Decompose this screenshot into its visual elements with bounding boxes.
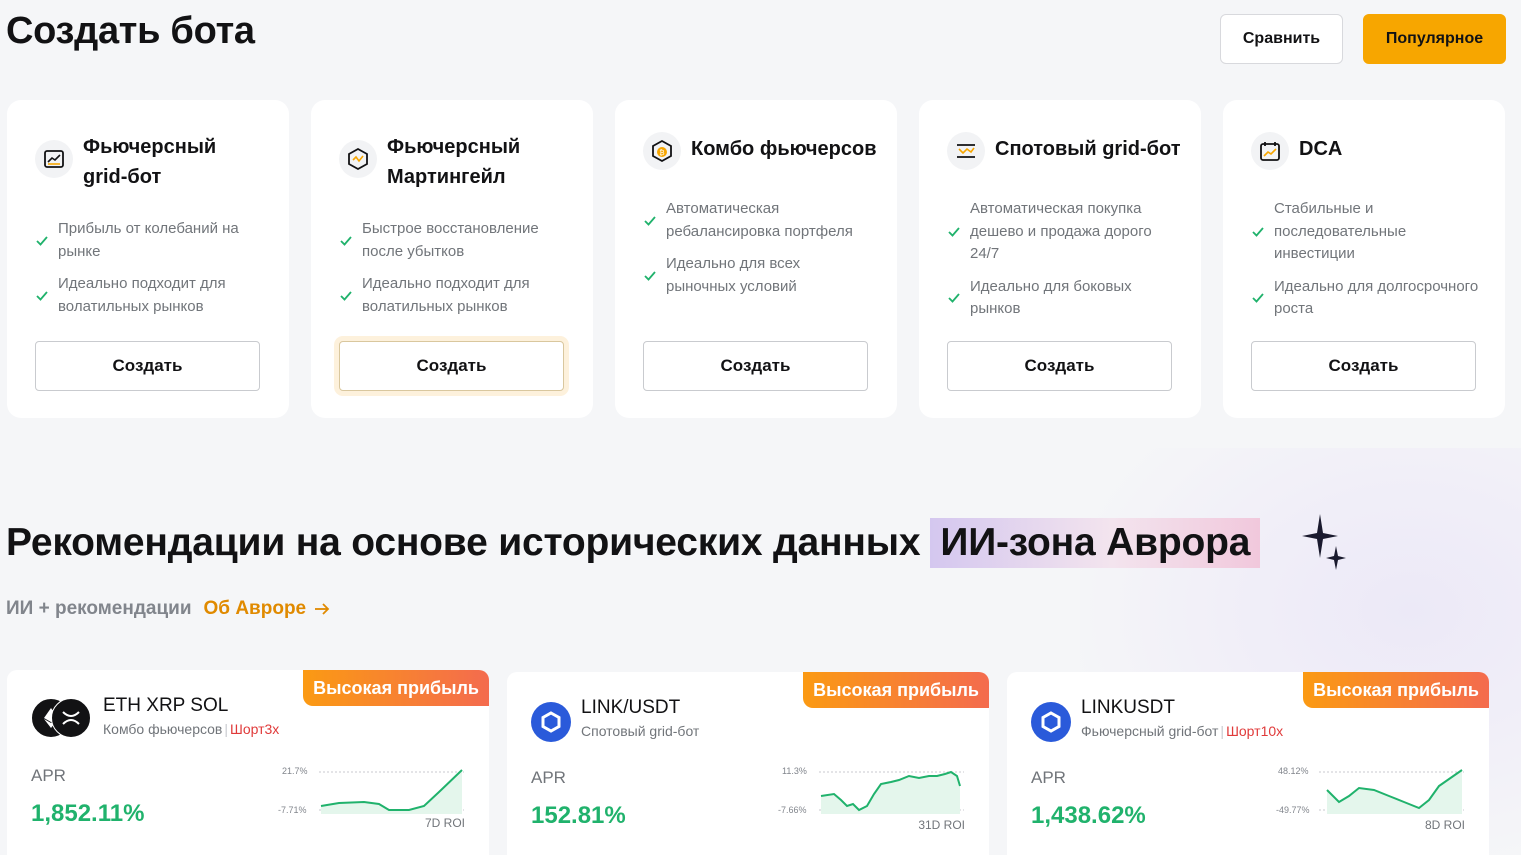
create-button[interactable]: Создать xyxy=(947,341,1172,391)
create-button[interactable]: Создать xyxy=(339,341,564,391)
high-profit-badge: Высокая прибыль xyxy=(803,672,989,708)
bot-card-martingale: Фьючерсный Мартингейл Быстрое восстановл… xyxy=(311,100,593,418)
bot-card-combo-futures: ₿ Комбо фьючерсов Автоматическая ребалан… xyxy=(615,100,897,418)
spot-grid-icon xyxy=(947,132,985,170)
arrow-right-icon xyxy=(315,603,330,615)
feature-text: Стабильные и последовательные инвестиции xyxy=(1274,200,1407,262)
check-icon xyxy=(1252,227,1264,237)
dca-calendar-icon xyxy=(1251,132,1289,170)
svg-text:₿: ₿ xyxy=(659,149,664,157)
leverage-label: Шорт10x xyxy=(1226,723,1284,739)
recommendation-card[interactable]: Высокая прибыль LINKUSDT Фьючерсный grid… xyxy=(1007,672,1489,855)
feature-text: Автоматическая ребалансировка портфеля xyxy=(666,200,853,240)
recommendations-title: Рекомендации на основе исторических данн… xyxy=(6,518,1261,568)
chart-axis-max: 21.7% xyxy=(282,766,308,776)
apr-label: APR xyxy=(1031,768,1066,787)
roi-label: 31D ROI xyxy=(918,818,965,832)
create-button[interactable]: Создать xyxy=(643,341,868,391)
combo-futures-icon: ₿ xyxy=(643,132,681,170)
chart-axis-max: 11.3% xyxy=(782,766,807,776)
check-icon xyxy=(1252,293,1264,303)
recommendation-card[interactable]: Высокая прибыль LINK/USDT Спотовый grid-… xyxy=(507,672,989,855)
bot-title: Фьючерсный grid-бот xyxy=(83,136,217,188)
feature-text: Идеально для долгосрочного роста xyxy=(1274,277,1479,318)
sparkle-icon xyxy=(1302,514,1346,570)
multi-coin-logo xyxy=(31,696,93,740)
feature-text: Идеально подходит для волатильных рынков xyxy=(362,275,530,315)
popular-button[interactable]: Популярное xyxy=(1363,14,1506,64)
feature-text: Быстрое восстановление после убытков xyxy=(362,220,539,260)
chart-axis-min: -7.66% xyxy=(778,805,807,815)
bot-card-spot-grid: Спотовый grid-бот Автоматическая покупка… xyxy=(919,100,1201,418)
create-button[interactable]: Создать xyxy=(1251,341,1476,391)
create-button[interactable]: Создать xyxy=(35,341,260,391)
recommendations-subtitle: ИИ + рекомендации Об Авроре xyxy=(6,598,330,620)
bot-title: Спотовый grid-бот xyxy=(995,138,1181,160)
apr-value: 152.81% xyxy=(531,802,626,829)
apr-value: 1,852.11% xyxy=(31,800,145,827)
high-profit-badge: Высокая прибыль xyxy=(1303,672,1489,708)
check-icon xyxy=(644,270,656,281)
recommendation-card[interactable]: Высокая прибыль ETH XRP SOL Комбо фьючер… xyxy=(7,670,489,855)
chainlink-icon xyxy=(531,702,571,742)
roi-label: 7D ROI xyxy=(424,816,465,830)
check-icon xyxy=(36,290,48,301)
chart-axis-min: -7.71% xyxy=(278,805,307,815)
ai-zone-highlight: ИИ-зона Аврора xyxy=(930,518,1261,568)
bot-title: Фьючерсный Мартингейл xyxy=(387,136,521,188)
bot-type: Фьючерсный grid-бот xyxy=(1081,723,1219,739)
chart-axis-max: 48.12% xyxy=(1278,766,1309,776)
feature-text: Автоматическая покупка дешево и продажа … xyxy=(970,200,1152,262)
ai-subtitle: ИИ + рекомендации xyxy=(6,598,192,619)
xrp-icon xyxy=(51,698,91,738)
apr-label: APR xyxy=(31,766,66,785)
bot-type: Спотовый grid-бот xyxy=(581,723,700,739)
feature-text: Прибыль от колебаний на рынке xyxy=(58,220,239,260)
martingale-icon xyxy=(339,140,377,178)
about-aurora-link[interactable]: Об Авроре xyxy=(204,598,307,620)
bot-card-dca: DCA Стабильные и последовательные инвест… xyxy=(1223,100,1505,418)
chart-axis-min: -49.77% xyxy=(1276,805,1310,815)
check-icon xyxy=(948,293,960,303)
check-icon xyxy=(36,235,48,246)
high-profit-badge: Высокая прибыль xyxy=(303,670,489,706)
futures-grid-icon xyxy=(35,140,73,178)
check-icon xyxy=(948,227,960,237)
apr-label: APR xyxy=(531,768,566,787)
compare-button[interactable]: Сравнить xyxy=(1220,14,1343,64)
bot-title: DCA xyxy=(1299,138,1343,160)
chainlink-icon xyxy=(1031,702,1071,742)
check-icon xyxy=(340,235,352,246)
pair-name: ETH XRP SOL xyxy=(103,695,229,716)
roi-label: 8D ROI xyxy=(1424,818,1465,832)
apr-value: 1,438.62% xyxy=(1031,802,1146,829)
page-title: Создать бота xyxy=(6,10,255,52)
bot-title: Комбо фьючерсов xyxy=(691,138,877,160)
pair-name: LINK/USDT xyxy=(581,697,681,718)
feature-text: Идеально для всех рыночных условий xyxy=(666,255,801,295)
feature-text: Идеально подходит для волатильных рынков xyxy=(58,275,226,315)
bot-card-futures-grid: Фьючерсный grid-бот Прибыль от колебаний… xyxy=(7,100,289,418)
recommendations-title-main: Рекомендации на основе исторических данн… xyxy=(6,521,921,564)
feature-text: Идеально для боковых рынков xyxy=(970,277,1132,318)
leverage-label: Шорт3x xyxy=(230,721,280,737)
pair-name: LINKUSDT xyxy=(1081,697,1175,718)
check-icon xyxy=(644,215,656,226)
bot-type: Комбо фьючерсов xyxy=(103,721,223,737)
check-icon xyxy=(340,290,352,301)
